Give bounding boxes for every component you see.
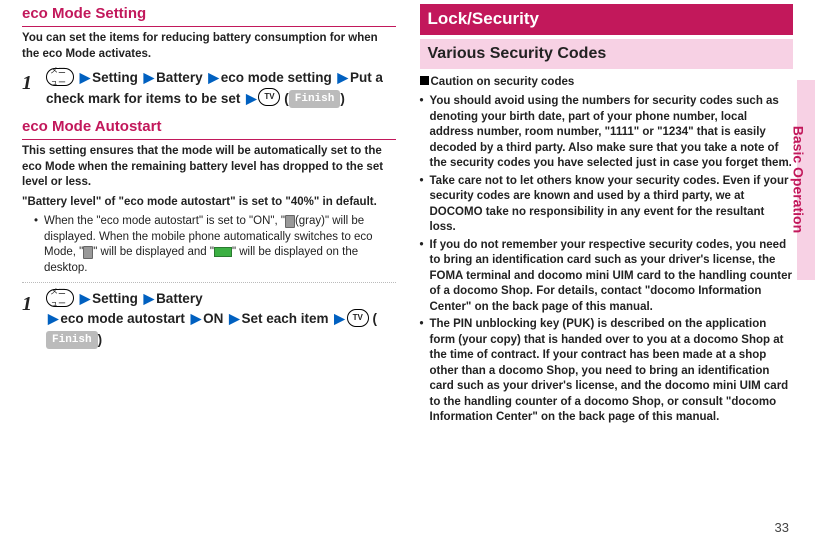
step-body: メニュー ▶Setting ▶Battery ▶eco mode autosta… [46,289,396,350]
battery-gray-icon [285,215,295,228]
intro-eco-mode-setting: You can set the items for reducing batte… [22,31,396,62]
arrow-icon: ▶ [144,291,154,306]
bullet-autostart-note: • When the "eco mode autostart" is set t… [34,214,396,276]
open-paren: ( [372,311,377,326]
bullet-text: When the "eco mode autostart" is set to … [44,214,396,276]
label-battery: Battery [156,291,203,306]
label-battery: Battery [156,70,203,85]
finish-button: Finish [289,90,341,109]
intro-autostart-b: "Battery level" of "eco mode autostart" … [22,195,396,211]
label-setting: Setting [92,291,138,306]
step-number: 1 [22,68,46,97]
tv-camera-icon: TV [347,309,369,327]
arrow-icon: ▶ [80,70,90,85]
step-1-eco-mode-setting: 1 メニュー ▶Setting ▶Battery ▶eco mode setti… [22,68,396,109]
caution-heading-text: Caution on security codes [431,76,575,88]
label-set-each-item: Set each item [241,311,328,326]
arrow-icon: ▶ [229,311,239,326]
arrow-icon: ▶ [208,70,218,85]
bullet-dot: • [420,238,430,316]
section-lock-security: Lock/Security [420,4,794,35]
arrow-icon: ▶ [334,311,344,326]
arrow-icon: ▶ [80,291,90,306]
dotted-separator [22,282,396,283]
heading-eco-mode-autostart: eco Mode Autostart [22,117,396,140]
finish-button: Finish [46,331,98,350]
list-item: •The PIN unblocking key (PUK) is describ… [420,317,794,426]
arrow-icon: ▶ [338,70,348,85]
bullet-dot: • [420,94,430,172]
arrow-icon: ▶ [48,311,58,326]
list-item-text: Take care not to let others know your se… [430,174,794,236]
arrow-icon: ▶ [191,311,201,326]
list-item: •You should avoid using the numbers for … [420,94,794,172]
label-setting: Setting [92,70,138,85]
battery-icon [83,246,93,259]
list-item-text: If you do not remember your respective s… [430,238,794,316]
arrow-icon: ▶ [246,91,256,106]
battery-green-icon [214,247,232,257]
tv-label: TV [264,91,274,103]
step-body: メニュー ▶Setting ▶Battery ▶eco mode setting… [46,68,396,109]
square-bullet-icon [420,76,429,85]
close-paren: ) [98,332,103,347]
bullet-dot: • [420,317,430,426]
caution-heading: Caution on security codes [420,75,794,91]
step-number: 1 [22,289,46,318]
label-on: ON [203,311,223,326]
menu-icon: メニュー [46,289,74,307]
list-item: •If you do not remember your respective … [420,238,794,316]
label-eco-mode-setting: eco mode setting [221,70,332,85]
bullet-dot: • [34,214,44,276]
bullet-dot: • [420,174,430,236]
menu-icon: メニュー [46,68,74,86]
text-part: " will be displayed and " [93,246,214,258]
list-item-text: You should avoid using the numbers for s… [430,94,794,172]
list-item-text: The PIN unblocking key (PUK) is describe… [430,317,794,426]
label-eco-mode-autostart: eco mode autostart [60,311,185,326]
side-label: Basic Operation [789,114,808,244]
subsection-security-codes: Various Security Codes [420,39,794,69]
tv-label: TV [353,312,363,324]
tv-camera-icon: TV [258,88,280,106]
intro-autostart-a: This setting ensures that the mode will … [22,144,396,191]
list-item: •Take care not to let others know your s… [420,174,794,236]
right-column: Lock/Security Various Security Codes Cau… [408,4,796,543]
left-column: eco Mode Setting You can set the items f… [20,4,408,543]
page-number: 33 [775,519,789,537]
close-paren: ) [340,91,345,106]
step-1-eco-mode-autostart: 1 メニュー ▶Setting ▶Battery ▶eco mode autos… [22,289,396,350]
text-part: When the "eco mode autostart" is set to … [44,215,285,227]
arrow-icon: ▶ [144,70,154,85]
caution-list: •You should avoid using the numbers for … [420,94,794,426]
heading-eco-mode-setting: eco Mode Setting [22,4,396,27]
